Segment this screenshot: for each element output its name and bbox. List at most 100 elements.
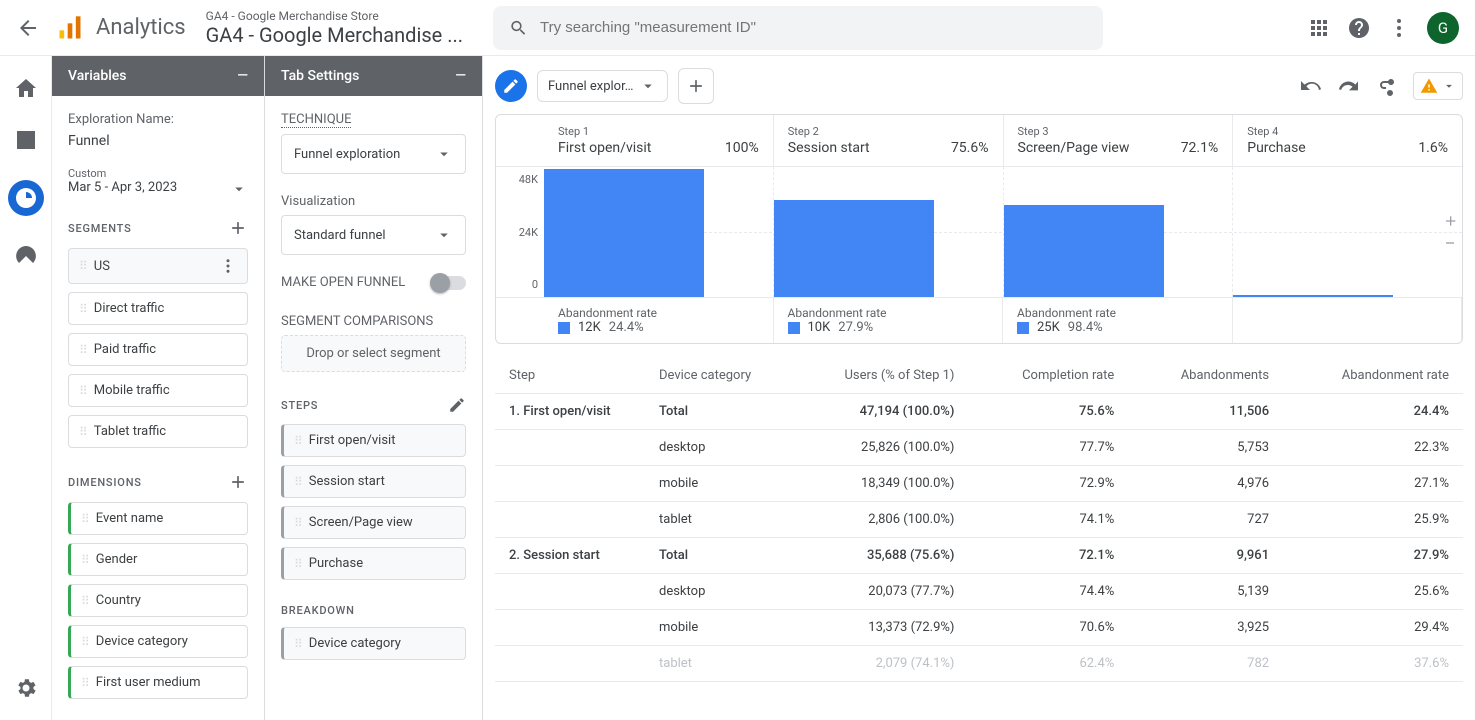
date-range-picker[interactable]: Custom Mar 5 - Apr 3, 2023: [68, 167, 248, 198]
share-icon[interactable]: [1375, 74, 1399, 98]
explore-icon[interactable]: [8, 180, 44, 216]
column-header[interactable]: Users (% of Step 1): [785, 358, 968, 394]
funnel-table: StepDevice categoryUsers (% of Step 1)Co…: [495, 358, 1463, 708]
table-row: 2. Session startTotal35,688 (75.6%)72.1%…: [495, 538, 1463, 574]
dimension-chip[interactable]: ⠿Gender: [68, 543, 248, 576]
avatar[interactable]: G: [1427, 12, 1459, 44]
step-chip[interactable]: ⠿Purchase: [281, 547, 466, 580]
chevron-down-icon: [230, 180, 248, 198]
canvas: Funnel explor… Step 1First open/visit100…: [483, 56, 1475, 720]
step-chip[interactable]: ⠿Screen/Page view: [281, 506, 466, 539]
funnel-chart: Step 1First open/visit100%Step 2Session …: [495, 114, 1463, 344]
abandonment-cell: Abandonment rate25K98.4%: [1003, 298, 1233, 343]
tab-name: Funnel explor…: [548, 79, 633, 94]
chip-label: Screen/Page view: [309, 515, 413, 530]
tab-funnel[interactable]: Funnel explor…: [537, 70, 668, 102]
nav-rail: [0, 56, 52, 720]
chip-label: Direct traffic: [94, 301, 165, 316]
drag-handle-icon: ⠿: [81, 512, 88, 526]
chip-label: Event name: [96, 511, 164, 526]
step-chip[interactable]: ⠿Session start: [281, 465, 466, 498]
property-info[interactable]: GA4 - Google Merchandise Store GA4 - Goo…: [206, 9, 463, 47]
funnel-step-header: Step 1First open/visit100%: [544, 115, 774, 166]
zoom-out-icon[interactable]: [1442, 235, 1458, 251]
chip-label: US: [94, 259, 110, 274]
funnel-bar: [544, 167, 774, 297]
collapse-variables-icon[interactable]: —: [237, 68, 248, 84]
zoom-controls: [1442, 213, 1458, 251]
open-funnel-label: MAKE OPEN FUNNEL: [281, 275, 405, 290]
dimension-chip[interactable]: ⠿Device category: [68, 625, 248, 658]
warning-icon: [1420, 77, 1438, 95]
advertising-icon[interactable]: [14, 244, 38, 268]
apps-icon[interactable]: [1307, 16, 1331, 40]
technique-value: Funnel exploration: [294, 147, 400, 162]
edit-tab-button[interactable]: [495, 70, 527, 102]
drag-handle-icon: ⠿: [294, 637, 301, 651]
more-vert-icon[interactable]: [1387, 16, 1411, 40]
segment-chip[interactable]: ⠿Direct traffic: [68, 292, 248, 325]
property-title: GA4 - Google Merchandise ...: [206, 23, 463, 47]
segment-dropzone[interactable]: Drop or select segment: [281, 335, 466, 372]
chip-label: Device category: [96, 634, 188, 649]
column-header[interactable]: Step: [495, 358, 645, 394]
drag-handle-icon: ⠿: [79, 259, 86, 273]
column-header[interactable]: Abandonments: [1128, 358, 1283, 394]
warning-chip[interactable]: [1413, 72, 1463, 100]
redo-icon[interactable]: [1337, 74, 1361, 98]
dimension-chip[interactable]: ⠿ Event name: [68, 502, 248, 535]
dimension-chip[interactable]: ⠿Country: [68, 584, 248, 617]
edit-steps-icon[interactable]: [448, 396, 466, 414]
home-icon[interactable]: [14, 76, 38, 100]
add-dimension-icon[interactable]: [228, 472, 248, 492]
add-tab-button[interactable]: [678, 68, 714, 104]
reports-icon[interactable]: [14, 128, 38, 152]
visualization-select[interactable]: Standard funnel: [281, 215, 466, 255]
tab-settings-header: Tab Settings —: [265, 56, 482, 96]
column-header[interactable]: Completion rate: [968, 358, 1128, 394]
analytics-logo-icon: [56, 14, 84, 42]
search-bar[interactable]: [493, 6, 1103, 50]
chip-label: Paid traffic: [94, 342, 156, 357]
table-row: 1. First open/visitTotal47,194 (100.0%)7…: [495, 394, 1463, 430]
funnel-step-header: Step 4Purchase1.6%: [1233, 115, 1462, 166]
zoom-in-icon[interactable]: [1442, 213, 1458, 229]
exploration-name[interactable]: Funnel: [68, 133, 248, 149]
abandonment-cell: Abandonment rate12K24.4%: [544, 298, 774, 343]
collapse-tabsettings-icon[interactable]: —: [455, 68, 466, 84]
back-arrow-icon[interactable]: [16, 16, 40, 40]
drag-handle-icon: ⠿: [79, 343, 86, 357]
chip-label: Session start: [309, 474, 385, 489]
segment-chip[interactable]: ⠿Tablet traffic: [68, 415, 248, 448]
chevron-down-icon: [1442, 79, 1456, 93]
column-header[interactable]: Abandonment rate: [1283, 358, 1463, 394]
segment-chip[interactable]: ⠿ Paid traffic: [68, 333, 248, 366]
drag-handle-icon: ⠿: [79, 425, 86, 439]
dimension-chip[interactable]: ⠿First user medium: [68, 666, 248, 699]
abandonment-cell: Abandonment rate10K27.9%: [774, 298, 1004, 343]
technique-select[interactable]: Funnel exploration: [281, 134, 466, 174]
funnel-step-header: Step 3Screen/Page view72.1%: [1004, 115, 1234, 166]
undo-icon[interactable]: [1299, 74, 1323, 98]
breakdown-chip[interactable]: ⠿Device category: [281, 627, 466, 660]
drag-handle-icon: ⠿: [294, 557, 301, 571]
help-icon[interactable]: [1347, 16, 1371, 40]
step-chip[interactable]: ⠿First open/visit: [281, 424, 466, 457]
funnel-bar: [1004, 167, 1234, 297]
table-row: desktop25,826 (100.0%)77.7%5,75322.3%: [495, 430, 1463, 466]
chevron-down-icon: [435, 226, 453, 244]
search-input[interactable]: [540, 19, 1087, 36]
more-vert-icon[interactable]: [219, 257, 237, 275]
chip-label: Mobile traffic: [94, 383, 170, 398]
add-segment-icon[interactable]: [228, 218, 248, 238]
chip-label: First user medium: [96, 675, 201, 690]
table-row: mobile18,349 (100.0%)72.9%4,97627.1%: [495, 466, 1463, 502]
open-funnel-toggle[interactable]: [432, 276, 466, 290]
segment-chip[interactable]: ⠿Mobile traffic: [68, 374, 248, 407]
drag-handle-icon: ⠿: [81, 594, 88, 608]
variables-panel: Variables — Exploration Name: Funnel Cus…: [52, 56, 265, 720]
segment-chip[interactable]: ⠿ US: [68, 248, 248, 284]
settings-icon[interactable]: [14, 676, 38, 700]
column-header[interactable]: Device category: [645, 358, 785, 394]
pencil-icon: [502, 77, 520, 95]
